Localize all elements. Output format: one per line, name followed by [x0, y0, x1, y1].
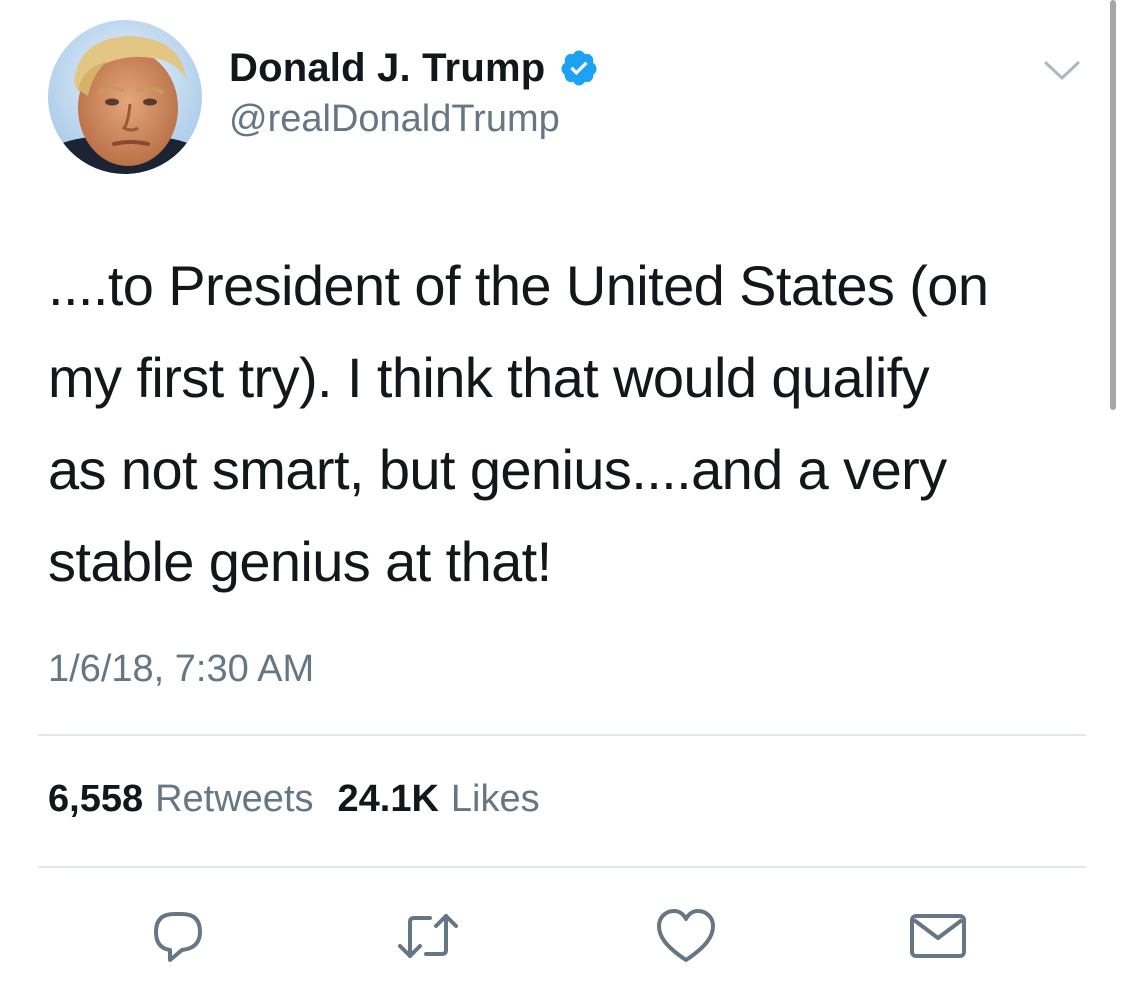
chevron-down-icon[interactable] — [1042, 58, 1082, 84]
retweets-label[interactable]: Retweets — [155, 778, 313, 821]
divider — [38, 866, 1086, 868]
envelope-icon — [910, 914, 966, 958]
retweet-button[interactable] — [396, 904, 460, 968]
like-button[interactable] — [654, 904, 718, 968]
divider — [38, 734, 1086, 736]
tweet-text-line: my first try). I think that would qualif… — [48, 346, 930, 409]
verified-badge-icon — [559, 48, 599, 88]
reply-icon — [154, 912, 202, 962]
tweet-text-line: as not smart, but genius....and a very — [48, 438, 947, 501]
likes-label[interactable]: Likes — [451, 778, 540, 821]
retweets-count[interactable]: 6,558 — [48, 778, 143, 821]
display-name[interactable]: Donald J. Trump — [229, 46, 545, 91]
retweet-icon — [398, 914, 458, 958]
scrollbar[interactable] — [1110, 0, 1116, 410]
tweet-text-line: stable genius at that! — [48, 530, 552, 593]
action-bar — [0, 900, 1125, 970]
avatar-image — [48, 20, 202, 174]
tweet-text-line: ....to President of the United States (o… — [48, 254, 989, 317]
heart-icon — [657, 909, 715, 962]
tweet-text: ....to President of the United States (o… — [48, 240, 1098, 608]
tweet-stats: 6,558 Retweets 24.1K Likes — [48, 778, 564, 821]
display-name-row[interactable]: Donald J. Trump — [229, 43, 599, 93]
tweet-card: Donald J. Trump @realDonaldTrump ....to … — [0, 0, 1125, 982]
direct-message-button[interactable] — [906, 904, 970, 968]
tweet-timestamp: 1/6/18, 7:30 AM — [48, 648, 315, 690]
user-handle[interactable]: @realDonaldTrump — [229, 98, 560, 141]
reply-button[interactable] — [146, 904, 210, 968]
likes-count[interactable]: 24.1K — [338, 778, 439, 821]
user-avatar[interactable] — [48, 20, 202, 174]
